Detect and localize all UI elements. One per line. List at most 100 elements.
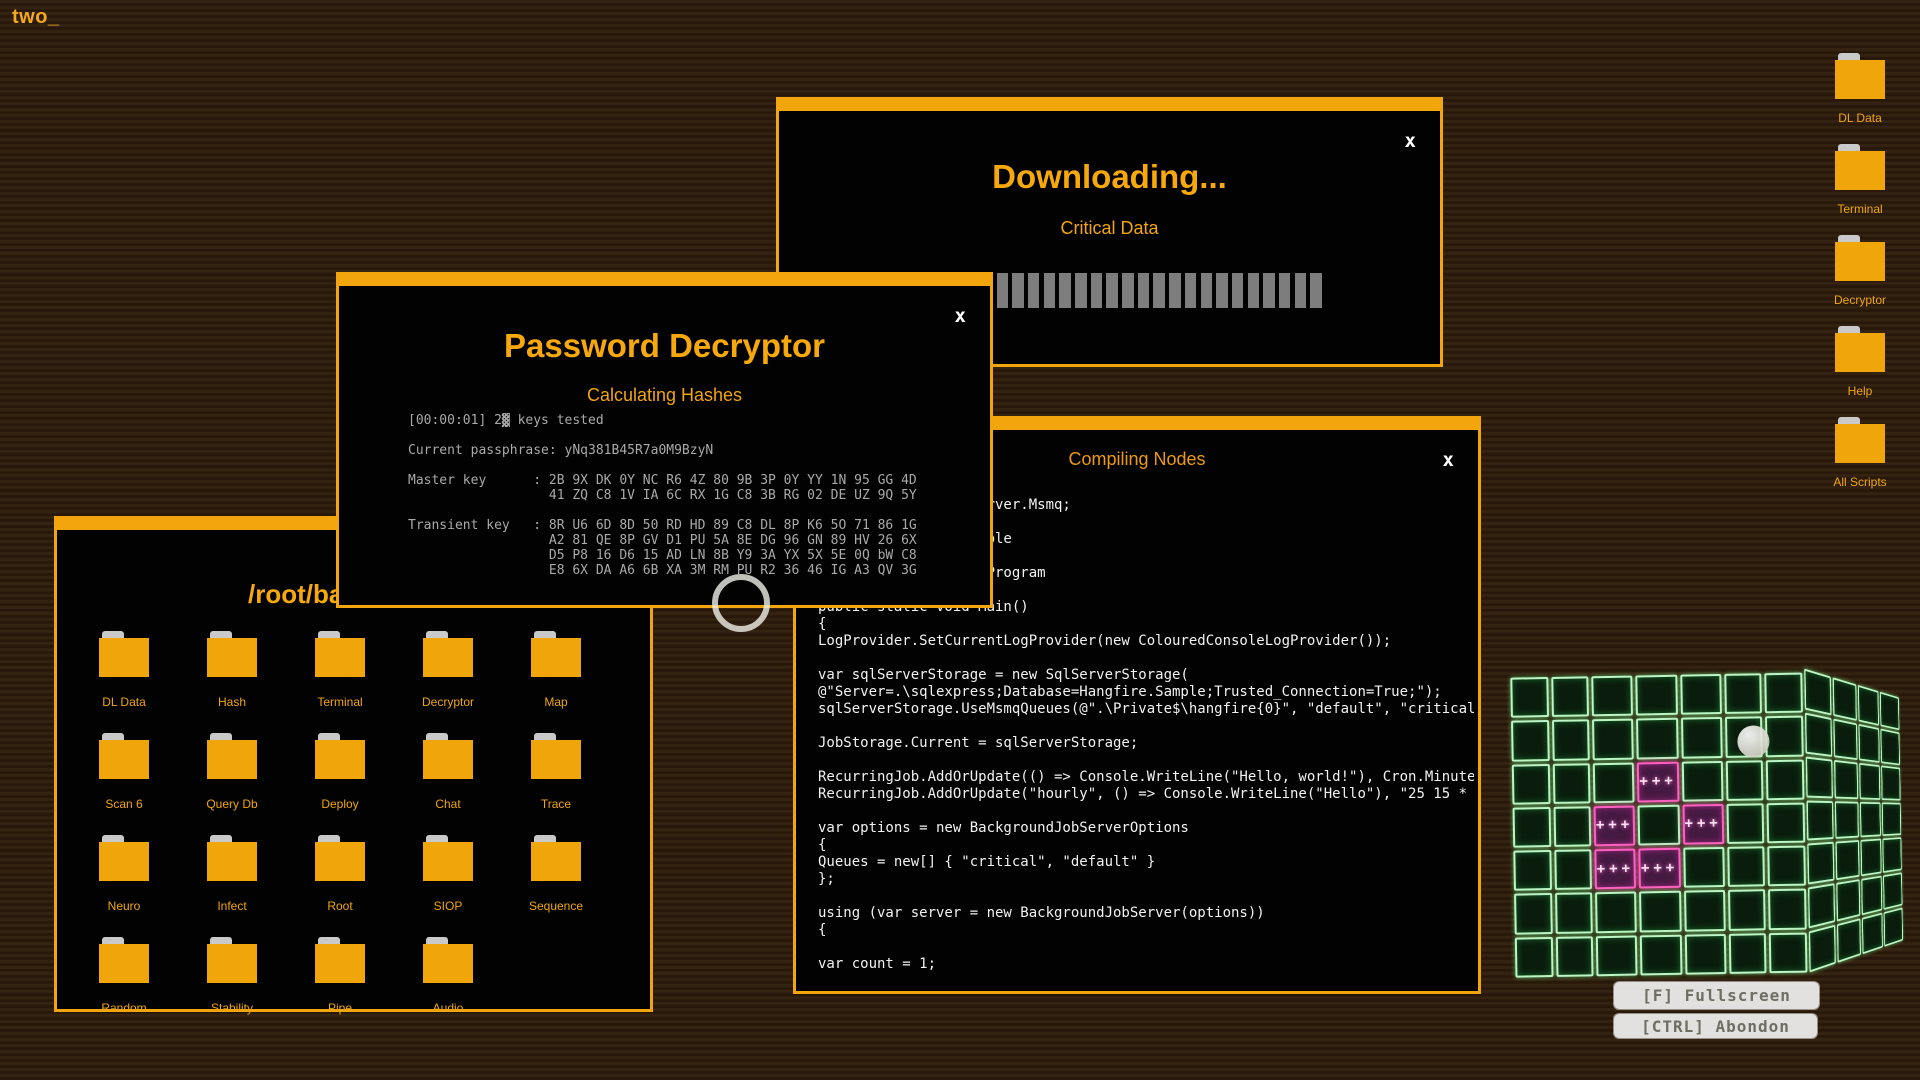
progress-segment: [1263, 273, 1275, 308]
folder-label: All Scripts: [1833, 475, 1886, 489]
folder-neuro[interactable]: Neuro: [70, 835, 178, 937]
folder-label: Help: [1848, 384, 1873, 398]
cube-cell: [1883, 873, 1902, 910]
cube-cell: [1513, 850, 1551, 891]
folder-infect[interactable]: Infect: [178, 835, 286, 937]
titlebar[interactable]: [779, 100, 1440, 111]
cube-cell: [1881, 728, 1900, 765]
folder-map[interactable]: Map: [502, 631, 610, 733]
fullscreen-button[interactable]: [F] Fullscreen: [1614, 982, 1819, 1009]
cube-cell: [1593, 762, 1635, 803]
cube-cell: [1860, 839, 1881, 877]
folder-random[interactable]: Random: [70, 937, 178, 1039]
folder-terminal[interactable]: Terminal: [1810, 144, 1910, 216]
window-title: Password Decryptor: [339, 327, 990, 365]
folder-icon: [315, 631, 365, 677]
cube-cell: [1859, 763, 1881, 800]
folder-icon: [1835, 417, 1885, 463]
folder-icon: [423, 937, 473, 983]
folder-stability[interactable]: Stability: [178, 937, 286, 1039]
typed-prompt[interactable]: two_: [12, 6, 60, 29]
folder-all-scripts[interactable]: All Scripts: [1810, 417, 1910, 489]
folder-icon: [531, 733, 581, 779]
folder-terminal[interactable]: Terminal: [286, 631, 394, 733]
cube-cell: [1638, 805, 1680, 846]
cube-cell: [1514, 893, 1552, 934]
folder-decryptor[interactable]: Decryptor: [1810, 235, 1910, 307]
cube-cell: [1511, 720, 1549, 761]
folder-hash[interactable]: Hash: [178, 631, 286, 733]
cube-cell: [1860, 801, 1881, 837]
folder-scan-6[interactable]: Scan 6: [70, 733, 178, 835]
cube-cell-flagged: +++: [1594, 849, 1636, 890]
folder-label: Infect: [217, 899, 246, 913]
folder-icon: [315, 733, 365, 779]
folder-label: Root: [327, 899, 352, 913]
folder-label: Terminal: [1837, 202, 1882, 216]
cube-cell: [1510, 677, 1548, 718]
folder-icon: [315, 937, 365, 983]
progress-segment: [1216, 273, 1228, 308]
folder-icon: [1835, 53, 1885, 99]
cube-cell: [1639, 891, 1681, 932]
cube-cell: [1765, 673, 1803, 714]
titlebar[interactable]: [339, 275, 990, 286]
folder-icon: [1835, 235, 1885, 281]
folder-label: DL Data: [102, 695, 146, 709]
folder-deploy[interactable]: Deploy: [286, 733, 394, 835]
cube-side-face: [1804, 669, 1903, 973]
close-icon[interactable]: x: [1405, 132, 1416, 151]
folder-help[interactable]: Help: [1810, 326, 1910, 398]
cube-cell: [1552, 763, 1590, 804]
folder-sequence[interactable]: Sequence: [502, 835, 610, 937]
progress-segment: [1232, 273, 1244, 308]
cube-cell: [1592, 719, 1634, 760]
folder-icon: [207, 733, 257, 779]
cube-cell: [1729, 933, 1767, 974]
progress-segment: [1201, 273, 1213, 308]
cube-cell: [1809, 925, 1836, 973]
folder-label: Sequence: [529, 899, 583, 913]
cube-cell-flagged: +++: [1637, 761, 1679, 802]
folder-pipe[interactable]: Pipe: [286, 937, 394, 1039]
cube-cell: [1636, 718, 1678, 759]
folder-decryptor[interactable]: Decryptor: [394, 631, 502, 733]
folder-icon: [99, 937, 149, 983]
cube-cell: [1596, 935, 1638, 976]
cube-cell: [1513, 807, 1551, 848]
folder-audio[interactable]: Audio: [394, 937, 502, 1039]
cube-cell: [1834, 760, 1858, 799]
cube-cell: [1766, 759, 1804, 800]
folder-trace[interactable]: Trace: [502, 733, 610, 835]
window-subtitle: Calculating Hashes: [339, 385, 990, 406]
folder-label: Terminal: [317, 695, 362, 709]
progress-segment: [1122, 273, 1134, 308]
folder-label: SIOP: [434, 899, 463, 913]
cube-cell: [1835, 801, 1859, 839]
progress-segment: [1310, 273, 1322, 308]
folder-siop[interactable]: SIOP: [394, 835, 502, 937]
close-icon[interactable]: x: [955, 307, 966, 326]
folder-icon: [207, 937, 257, 983]
folder-icon: [99, 631, 149, 677]
progress-segment: [1012, 273, 1024, 308]
folder-dl-data[interactable]: DL Data: [70, 631, 178, 733]
cube-cell: [1880, 692, 1899, 730]
folder-icon: [531, 631, 581, 677]
folder-root[interactable]: Root: [286, 835, 394, 937]
cube-cell: [1806, 800, 1833, 841]
cube-cell: [1724, 673, 1762, 714]
progress-segment: [1028, 273, 1040, 308]
cube-cell: [1728, 890, 1766, 931]
cube-cell: [1555, 936, 1593, 977]
folder-dl-data[interactable]: DL Data: [1810, 53, 1910, 125]
cube-cell: [1862, 913, 1883, 955]
folder-icon: [531, 835, 581, 881]
folder-chat[interactable]: Chat: [394, 733, 502, 835]
loader-ring: [712, 574, 770, 632]
folder-query-db[interactable]: Query Db: [178, 733, 286, 835]
abandon-button[interactable]: [CTRL] Abondon: [1614, 1014, 1817, 1038]
folder-icon: [207, 631, 257, 677]
directory-path: /root/ba: [248, 579, 343, 610]
folder-icon: [1835, 144, 1885, 190]
